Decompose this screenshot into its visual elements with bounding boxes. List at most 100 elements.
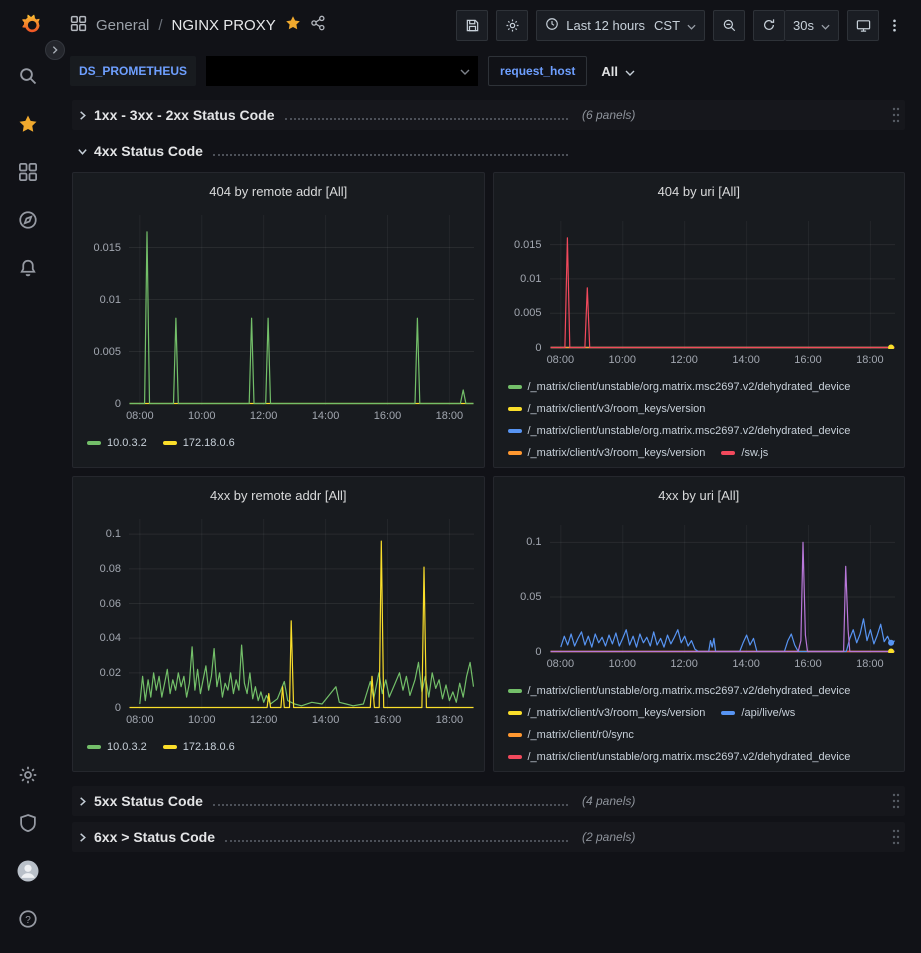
y-tick-label: 0.01	[100, 294, 121, 306]
search-icon[interactable]	[8, 52, 48, 100]
breadcrumb-title[interactable]: NGINX PROXY	[172, 17, 276, 34]
legend-series-color	[508, 385, 522, 389]
svg-text:?: ?	[25, 915, 31, 926]
favorite-star-icon[interactable]	[285, 15, 301, 35]
legend-series-label: 10.0.3.2	[107, 437, 147, 449]
legend: /_matrix/client/unstable/org.matrix.msc2…	[508, 685, 899, 763]
x-axis: 08:0010:0012:0014:0016:0018:00	[550, 349, 895, 369]
row-panel-count: (4 panels)	[582, 794, 635, 808]
user-avatar[interactable]	[8, 847, 48, 895]
panel-title[interactable]: 404 by uri [All]	[504, 181, 895, 203]
variable-ds-prometheus-label[interactable]: DS_PROMETHEUS	[70, 56, 196, 86]
legend-item[interactable]: 10.0.3.2	[87, 437, 147, 449]
chevron-down-icon	[72, 146, 92, 157]
legend-series-color	[508, 711, 522, 715]
panel-title[interactable]: 404 by remote addr [All]	[83, 181, 474, 203]
legend-item[interactable]: 10.0.3.2	[87, 741, 147, 753]
y-tick-label: 0	[535, 646, 541, 658]
legend-item[interactable]: /_matrix/client/unstable/org.matrix.msc2…	[508, 425, 851, 437]
x-tick-label: 08:00	[540, 658, 580, 670]
chart-plot[interactable]	[129, 519, 474, 709]
legend-item[interactable]: /sw.js	[721, 447, 768, 459]
panel-404-by-uri: 404 by uri [All] 00.0050.010.015 08:0010…	[493, 172, 906, 468]
chevron-right-icon	[72, 796, 92, 807]
alerting-bell-icon[interactable]	[8, 244, 48, 292]
variable-ds-prometheus-value[interactable]	[206, 56, 478, 86]
chart-plot[interactable]	[550, 525, 895, 653]
server-admin-shield-icon[interactable]	[8, 799, 48, 847]
legend-series-color	[87, 745, 101, 749]
dashboard-row-1xx-3xx-2xx[interactable]: 1xx - 3xx - 2xx Status Code (6 panels)	[72, 100, 905, 130]
panel-title[interactable]: 4xx by uri [All]	[504, 485, 895, 507]
chart-area: 00.0050.010.015 08:0010:0012:0014:0016:0…	[504, 221, 895, 369]
y-tick-label: 0.01	[520, 273, 541, 285]
legend-item[interactable]: /_matrix/client/v3/room_keys/version	[508, 447, 706, 459]
x-tick-label: 18:00	[429, 410, 469, 422]
legend-item[interactable]: /_matrix/client/unstable/org.matrix.msc2…	[508, 685, 851, 697]
legend-series-label: 172.18.0.6	[183, 741, 235, 753]
legend-series-label: /_matrix/client/unstable/org.matrix.msc2…	[528, 381, 851, 393]
legend-item[interactable]: 172.18.0.6	[163, 437, 235, 449]
legend-item[interactable]: /api/live/ws	[721, 707, 795, 719]
dashboard-row-5xx[interactable]: 5xx Status Code (4 panels)	[72, 786, 905, 816]
chevron-down-icon	[625, 64, 635, 79]
apps-icon	[70, 15, 87, 36]
tv-mode-button[interactable]	[847, 10, 879, 41]
row-title: 4xx Status Code	[94, 143, 203, 159]
legend-item[interactable]: /_matrix/client/unstable/org.matrix.msc2…	[508, 381, 851, 393]
dashboard-body: 1xx - 3xx - 2xx Status Code (6 panels) 4…	[56, 92, 921, 953]
share-icon[interactable]	[310, 15, 326, 35]
y-tick-label: 0.015	[514, 239, 542, 251]
legend-series-label: /_matrix/client/unstable/org.matrix.msc2…	[528, 685, 851, 697]
starred-icon[interactable]	[8, 100, 48, 148]
variable-request-host-label[interactable]: request_host	[488, 56, 587, 86]
drag-handle-icon[interactable]	[891, 828, 901, 846]
x-tick-label: 18:00	[850, 354, 890, 366]
refresh-interval-dropdown[interactable]: 30s	[785, 10, 839, 41]
refresh-button[interactable]	[753, 10, 785, 41]
zoom-out-button[interactable]	[713, 10, 745, 41]
legend-item[interactable]: /_matrix/client/r0/sync	[508, 729, 634, 741]
chevron-down-icon	[821, 18, 830, 33]
legend-item[interactable]: 172.18.0.6	[163, 741, 235, 753]
dashboards-icon[interactable]	[8, 148, 48, 196]
legend-series-color	[508, 689, 522, 693]
breadcrumb-section[interactable]: General	[96, 17, 149, 34]
time-range-label: Last 12 hours	[566, 18, 645, 33]
y-axis: 00.050.1	[504, 525, 544, 653]
legend-item[interactable]: /_matrix/client/unstable/org.matrix.msc2…	[508, 751, 851, 763]
row-panel-count: (6 panels)	[582, 108, 635, 122]
chart-plot[interactable]	[129, 215, 474, 405]
legend-series-color	[721, 451, 735, 455]
time-range-picker[interactable]: Last 12 hours CST	[536, 10, 705, 41]
y-tick-label: 0.005	[514, 307, 542, 319]
variable-request-host-value[interactable]: All	[597, 64, 639, 79]
y-tick-label: 0.06	[100, 598, 121, 610]
explore-compass-icon[interactable]	[8, 196, 48, 244]
help-icon[interactable]: ?	[8, 895, 48, 943]
x-tick-label: 12:00	[664, 658, 704, 670]
dashboard-toolbar: General / NGINX PROXY	[56, 0, 921, 50]
sidebar-expand-button[interactable]	[45, 40, 65, 60]
kebab-menu-button[interactable]	[887, 10, 907, 41]
save-dashboard-button[interactable]	[456, 10, 488, 41]
legend-item[interactable]: /_matrix/client/v3/room_keys/version	[508, 403, 706, 415]
drag-handle-icon[interactable]	[891, 792, 901, 810]
dashboard-row-4xx[interactable]: 4xx Status Code	[72, 136, 905, 166]
x-tick-label: 10:00	[182, 714, 222, 726]
settings-gear-icon[interactable]	[8, 751, 48, 799]
x-tick-label: 16:00	[368, 714, 408, 726]
dashboard-settings-button[interactable]	[496, 10, 528, 41]
dashboard-row-6xx[interactable]: 6xx > Status Code (2 panels)	[72, 822, 905, 852]
legend-series-label: /_matrix/client/v3/room_keys/version	[528, 447, 706, 459]
x-axis: 08:0010:0012:0014:0016:0018:00	[550, 653, 895, 673]
panel-title[interactable]: 4xx by remote addr [All]	[83, 485, 474, 507]
chevron-right-icon	[72, 110, 92, 121]
drag-handle-icon[interactable]	[891, 106, 901, 124]
chart-plot[interactable]	[550, 221, 895, 349]
row-title: 1xx - 3xx - 2xx Status Code	[94, 107, 275, 123]
legend-item[interactable]: /_matrix/client/v3/room_keys/version	[508, 707, 706, 719]
grafana-logo[interactable]	[12, 10, 44, 42]
panel-grid: 404 by remote addr [All] 0 0.005 0.01 0.015…	[72, 172, 905, 772]
x-tick-label: 08:00	[120, 410, 160, 422]
